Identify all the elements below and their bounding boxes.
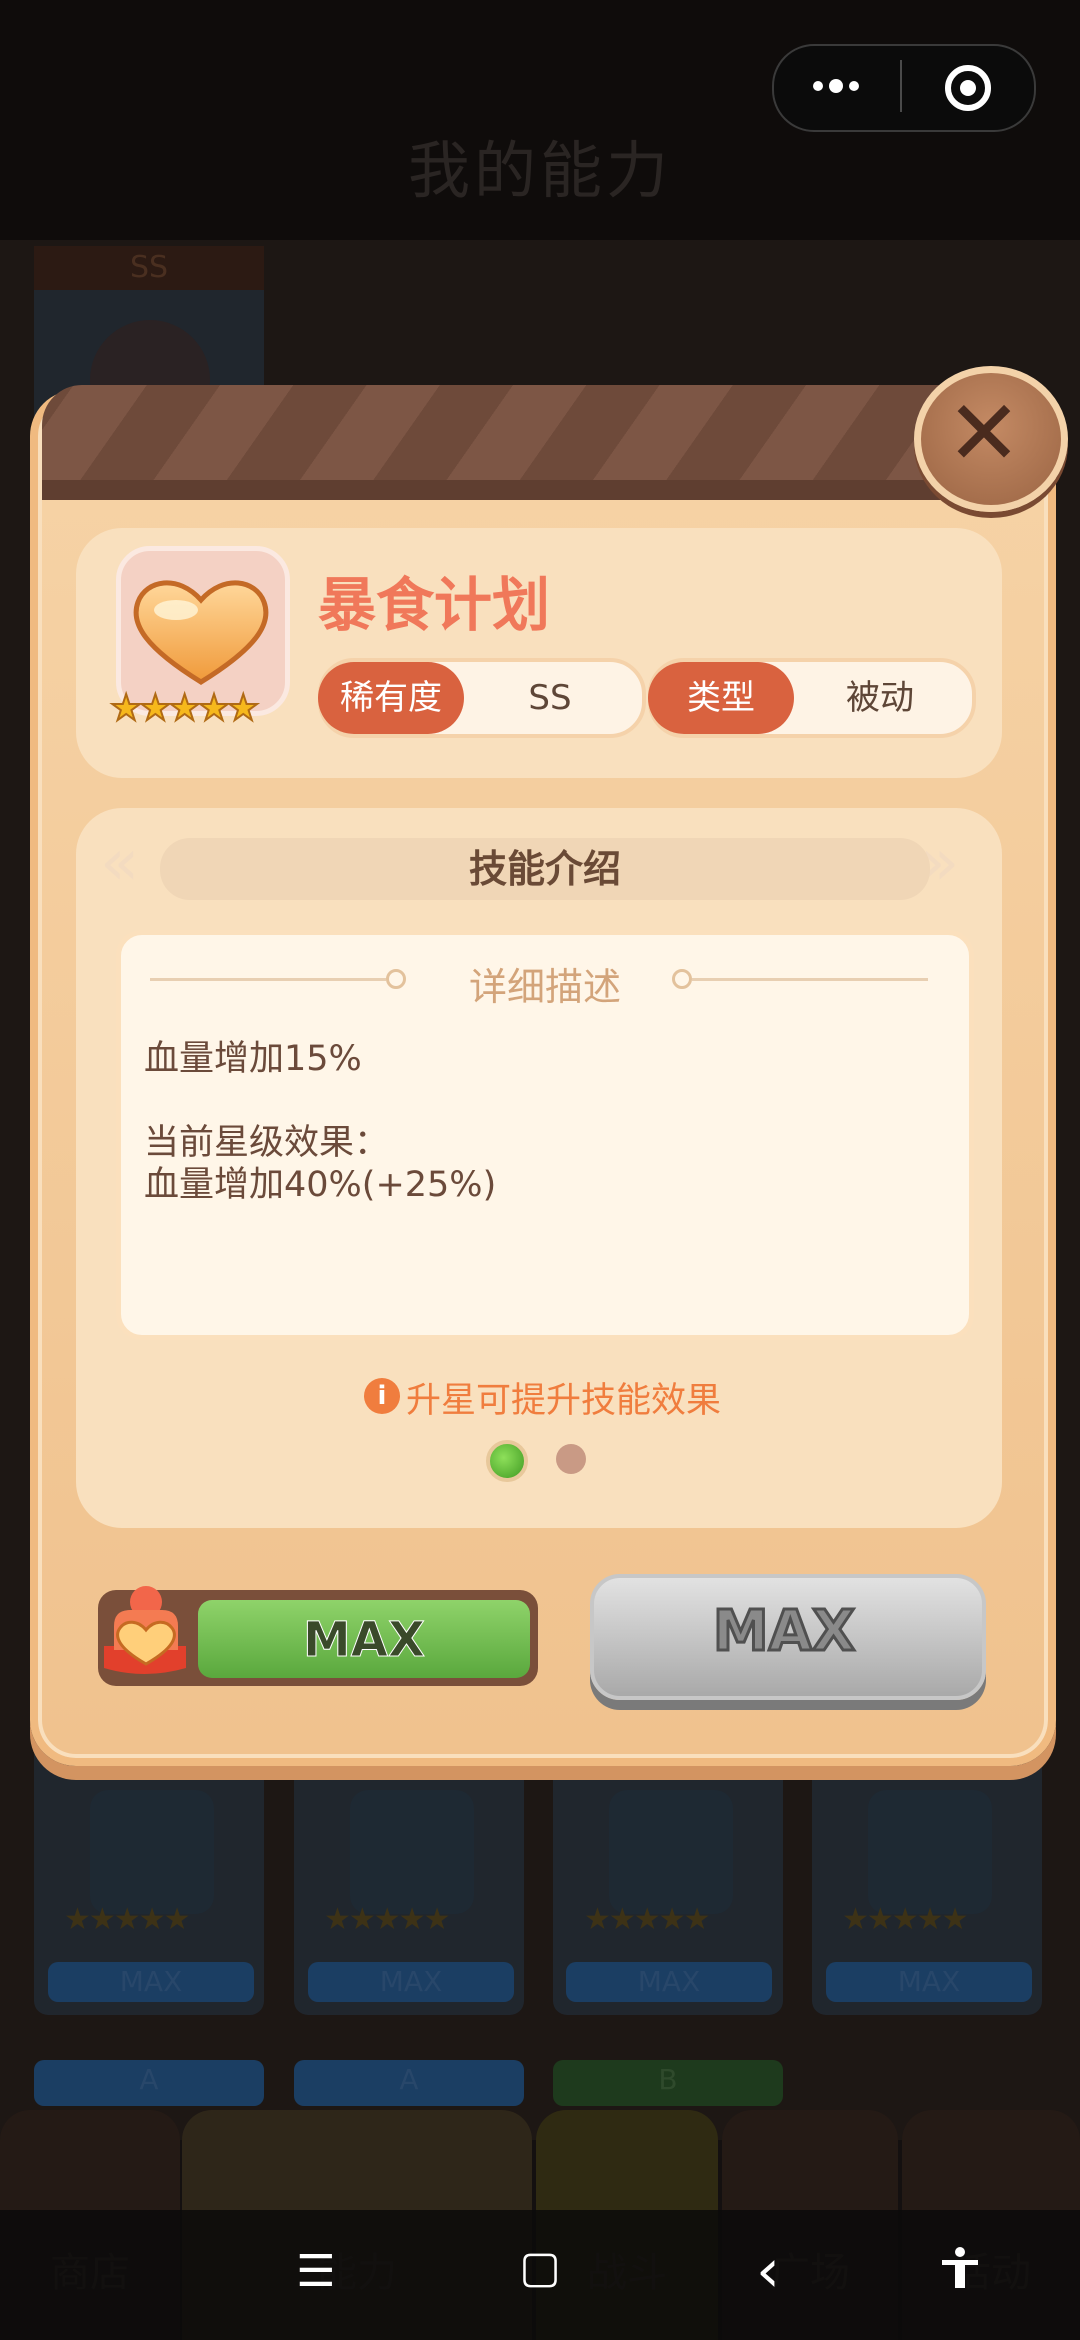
type-key: 类型 xyxy=(648,662,794,734)
section-title: 技能介绍 xyxy=(468,847,621,891)
type-value: 被动 xyxy=(846,678,914,718)
back-icon[interactable]: ‹ xyxy=(738,2236,798,2306)
detail-title: 详细描述 xyxy=(468,965,621,1009)
upgrade-button-label: MAX xyxy=(303,1612,426,1669)
pager-dot-active[interactable] xyxy=(486,1440,528,1482)
background-max-tag: MAX xyxy=(308,1962,514,2002)
background-page-title: 我的能力 xyxy=(407,134,672,207)
upgrade-tip: 升星可提升技能效果 xyxy=(406,1381,722,1421)
background-rarity-b: B xyxy=(553,2060,783,2106)
modal-header-edge xyxy=(42,480,1022,500)
background-cat-icon xyxy=(90,1790,214,1914)
description-line: 血量增加15% xyxy=(144,1039,362,1079)
modal-header-stripes xyxy=(42,385,1022,495)
background-stars: ★★★★★ xyxy=(324,1902,450,1937)
heart-upgrade-icon xyxy=(94,1580,196,1680)
accessibility-icon[interactable] xyxy=(938,2246,982,2290)
left-chevron-icon: « xyxy=(100,826,140,900)
target-icon[interactable] xyxy=(942,62,994,114)
background-rarity-a: A xyxy=(294,2060,524,2106)
close-icon[interactable]: ✕ xyxy=(914,368,1054,500)
rarity-value: SS xyxy=(528,678,572,718)
more-dots-icon[interactable] xyxy=(806,62,866,110)
pager-dot[interactable] xyxy=(556,1444,586,1474)
background-stars: ★★★★★ xyxy=(842,1902,968,1937)
background-rocket-icon xyxy=(609,1790,733,1914)
info-icon: i xyxy=(364,1378,400,1414)
background-stars: ★★★★★ xyxy=(64,1902,190,1937)
menu-icon[interactable]: ☰ xyxy=(286,2246,346,2297)
background-rarity-tag: SS xyxy=(34,246,264,290)
background-max-tag: MAX xyxy=(48,1962,254,2002)
heart-icon xyxy=(126,570,276,690)
background-rarity-a: A xyxy=(34,2060,264,2106)
background-max-tag: MAX xyxy=(566,1962,772,2002)
background-shield-icon xyxy=(868,1790,992,1914)
home-icon[interactable]: ▢ xyxy=(510,2242,570,2293)
skill-stars: ★★★★★ xyxy=(109,687,260,730)
skill-name: 暴食计划 xyxy=(318,571,551,639)
background-max-tag: MAX xyxy=(826,1962,1032,2002)
rarity-key: 稀有度 xyxy=(318,662,464,734)
capsule-divider xyxy=(900,60,902,112)
description-line: 血量增加40%(+25%) xyxy=(144,1165,497,1205)
background-stars: ★★★★★ xyxy=(584,1902,710,1937)
second-max-button-label: MAX xyxy=(711,1598,856,1666)
background-battery-icon xyxy=(350,1790,474,1914)
